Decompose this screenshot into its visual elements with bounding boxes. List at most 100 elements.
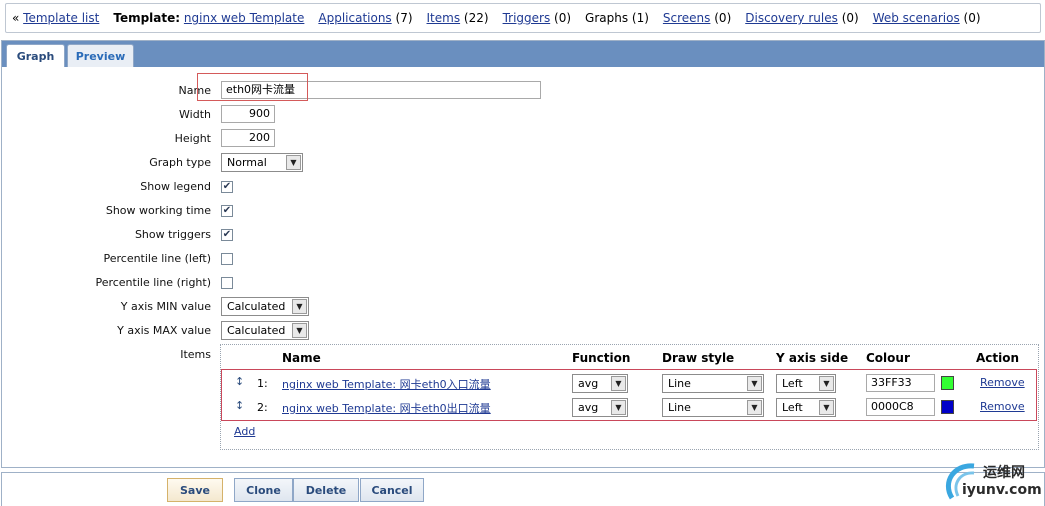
show-triggers-checkbox[interactable]: ✔ bbox=[221, 229, 233, 241]
percentile-left-label: Percentile line (left) bbox=[103, 252, 211, 265]
current-template: Template: nginx web Template bbox=[113, 11, 304, 25]
percentile-right-label: Percentile line (right) bbox=[95, 276, 211, 289]
chevron-down-icon: ▼ bbox=[286, 155, 301, 170]
tab-preview[interactable]: Preview bbox=[67, 44, 134, 67]
show-working-time-label: Show working time bbox=[105, 204, 211, 217]
tab-graph[interactable]: Graph bbox=[6, 44, 65, 67]
col-header-function: Function bbox=[572, 351, 631, 365]
col-header-colour: Colour bbox=[866, 351, 910, 365]
items-count: (22) bbox=[463, 11, 489, 25]
remove-link[interactable]: Remove bbox=[980, 400, 1025, 413]
watermark-en-text: iyunv.com bbox=[962, 482, 1042, 498]
tab-bar: Graph Preview bbox=[2, 41, 1044, 67]
col-header-name: Name bbox=[282, 351, 321, 365]
col-header-action: Action bbox=[976, 351, 1020, 365]
drag-handle-icon[interactable]: ↕ bbox=[235, 375, 244, 388]
nav-web[interactable]: Web scenarios (0) bbox=[873, 11, 981, 25]
template-label: Template: bbox=[113, 11, 181, 25]
chevron-down-icon: ▼ bbox=[819, 400, 834, 415]
y-axis-side-select[interactable]: Left ▼ bbox=[776, 398, 836, 417]
screens-count: (0) bbox=[714, 11, 732, 25]
y-axis-side-select[interactable]: Left ▼ bbox=[776, 374, 836, 393]
triggers-link[interactable]: Triggers bbox=[503, 11, 551, 25]
name-input[interactable]: eth0网卡流量 bbox=[221, 81, 541, 99]
ymax-value: Calculated bbox=[227, 324, 286, 337]
function-value: avg bbox=[578, 377, 599, 390]
screens-link[interactable]: Screens bbox=[663, 11, 711, 25]
items-link[interactable]: Items bbox=[427, 11, 461, 25]
save-button[interactable]: Save bbox=[167, 478, 223, 502]
show-legend-label: Show legend bbox=[140, 180, 211, 193]
applications-link[interactable]: Applications bbox=[318, 11, 391, 25]
show-working-time-checkbox[interactable]: ✔ bbox=[221, 205, 233, 217]
ymin-label: Y axis MIN value bbox=[120, 300, 211, 313]
row-number: 1: bbox=[257, 377, 268, 390]
discovery-count: (0) bbox=[841, 11, 859, 25]
chevron-down-icon: ▼ bbox=[611, 400, 626, 415]
graph-type-label: Graph type bbox=[149, 156, 211, 169]
colour-input[interactable]: 33FF33 bbox=[866, 374, 935, 392]
template-name-link[interactable]: nginx web Template bbox=[184, 11, 304, 25]
colour-swatch[interactable] bbox=[941, 400, 954, 414]
width-label: Width bbox=[179, 108, 211, 121]
item-name-link[interactable]: nginx web Template: 网卡eth0入口流量 bbox=[282, 376, 491, 392]
draw-style-value: Line bbox=[668, 401, 691, 414]
width-input[interactable]: 900 bbox=[221, 105, 275, 123]
graph-type-value: Normal bbox=[227, 156, 267, 169]
height-input[interactable]: 200 bbox=[221, 129, 275, 147]
cancel-button[interactable]: Cancel bbox=[360, 478, 424, 502]
show-legend-checkbox[interactable]: ✔ bbox=[221, 181, 233, 193]
remove-link[interactable]: Remove bbox=[980, 376, 1025, 389]
height-label: Height bbox=[174, 132, 211, 145]
chevron-down-icon: ▼ bbox=[819, 376, 834, 391]
row-number: 2: bbox=[257, 401, 268, 414]
nav-screens[interactable]: Screens (0) bbox=[663, 11, 731, 25]
col-header-draw-style: Draw style bbox=[662, 351, 735, 365]
ymin-value: Calculated bbox=[227, 300, 286, 313]
ymin-select[interactable]: Calculated ▼ bbox=[221, 297, 309, 316]
item-name-link[interactable]: nginx web Template: 网卡eth0出口流量 bbox=[282, 400, 491, 416]
colour-swatch[interactable] bbox=[941, 376, 954, 390]
chevron-down-icon: ▼ bbox=[747, 376, 762, 391]
clone-button[interactable]: Clone bbox=[234, 478, 293, 502]
nav-applications[interactable]: Applications (7) bbox=[318, 11, 412, 25]
y-axis-side-value: Left bbox=[782, 401, 803, 414]
nav-triggers[interactable]: Triggers (0) bbox=[503, 11, 571, 25]
nav-discovery[interactable]: Discovery rules (0) bbox=[745, 11, 858, 25]
chevron-down-icon: ▼ bbox=[611, 376, 626, 391]
form-footer bbox=[1, 472, 1045, 506]
function-select[interactable]: avg ▼ bbox=[572, 398, 628, 417]
draw-style-select[interactable]: Line ▼ bbox=[662, 398, 764, 417]
web-scenarios-link[interactable]: Web scenarios bbox=[873, 11, 960, 25]
ymax-label: Y axis MAX value bbox=[117, 324, 211, 337]
template-list-link[interactable]: Template list bbox=[23, 11, 99, 25]
draw-style-value: Line bbox=[668, 377, 691, 390]
function-value: avg bbox=[578, 401, 599, 414]
draw-style-select[interactable]: Line ▼ bbox=[662, 374, 764, 393]
graph-type-select[interactable]: Normal ▼ bbox=[221, 153, 303, 172]
delete-button[interactable]: Delete bbox=[293, 478, 359, 502]
applications-count: (7) bbox=[395, 11, 413, 25]
nav-items[interactable]: Items (22) bbox=[427, 11, 489, 25]
items-label: Items bbox=[180, 348, 211, 361]
add-item-link[interactable]: Add bbox=[234, 425, 255, 438]
drag-handle-icon[interactable]: ↕ bbox=[235, 399, 244, 412]
chevron-down-icon: ▼ bbox=[292, 323, 307, 338]
nav-graphs-current: Graphs (1) bbox=[585, 11, 649, 25]
name-label: Name bbox=[178, 84, 211, 97]
discovery-rules-link[interactable]: Discovery rules bbox=[745, 11, 838, 25]
y-axis-side-value: Left bbox=[782, 377, 803, 390]
colour-input[interactable]: 0000C8 bbox=[866, 398, 935, 416]
show-triggers-label: Show triggers bbox=[134, 228, 211, 241]
web-count: (0) bbox=[963, 11, 981, 25]
percentile-right-checkbox[interactable] bbox=[221, 277, 233, 289]
triggers-count: (0) bbox=[554, 11, 572, 25]
col-header-y-axis-side: Y axis side bbox=[776, 351, 849, 365]
chevron-down-icon: ▼ bbox=[747, 400, 762, 415]
back-to-template-list[interactable]: « Template list bbox=[12, 11, 99, 25]
template-navigation-bar: « Template list Template: nginx web Temp… bbox=[5, 3, 1041, 33]
watermark-cn-text: 运维网 bbox=[983, 465, 1025, 481]
percentile-left-checkbox[interactable] bbox=[221, 253, 233, 265]
function-select[interactable]: avg ▼ bbox=[572, 374, 628, 393]
ymax-select[interactable]: Calculated ▼ bbox=[221, 321, 309, 340]
